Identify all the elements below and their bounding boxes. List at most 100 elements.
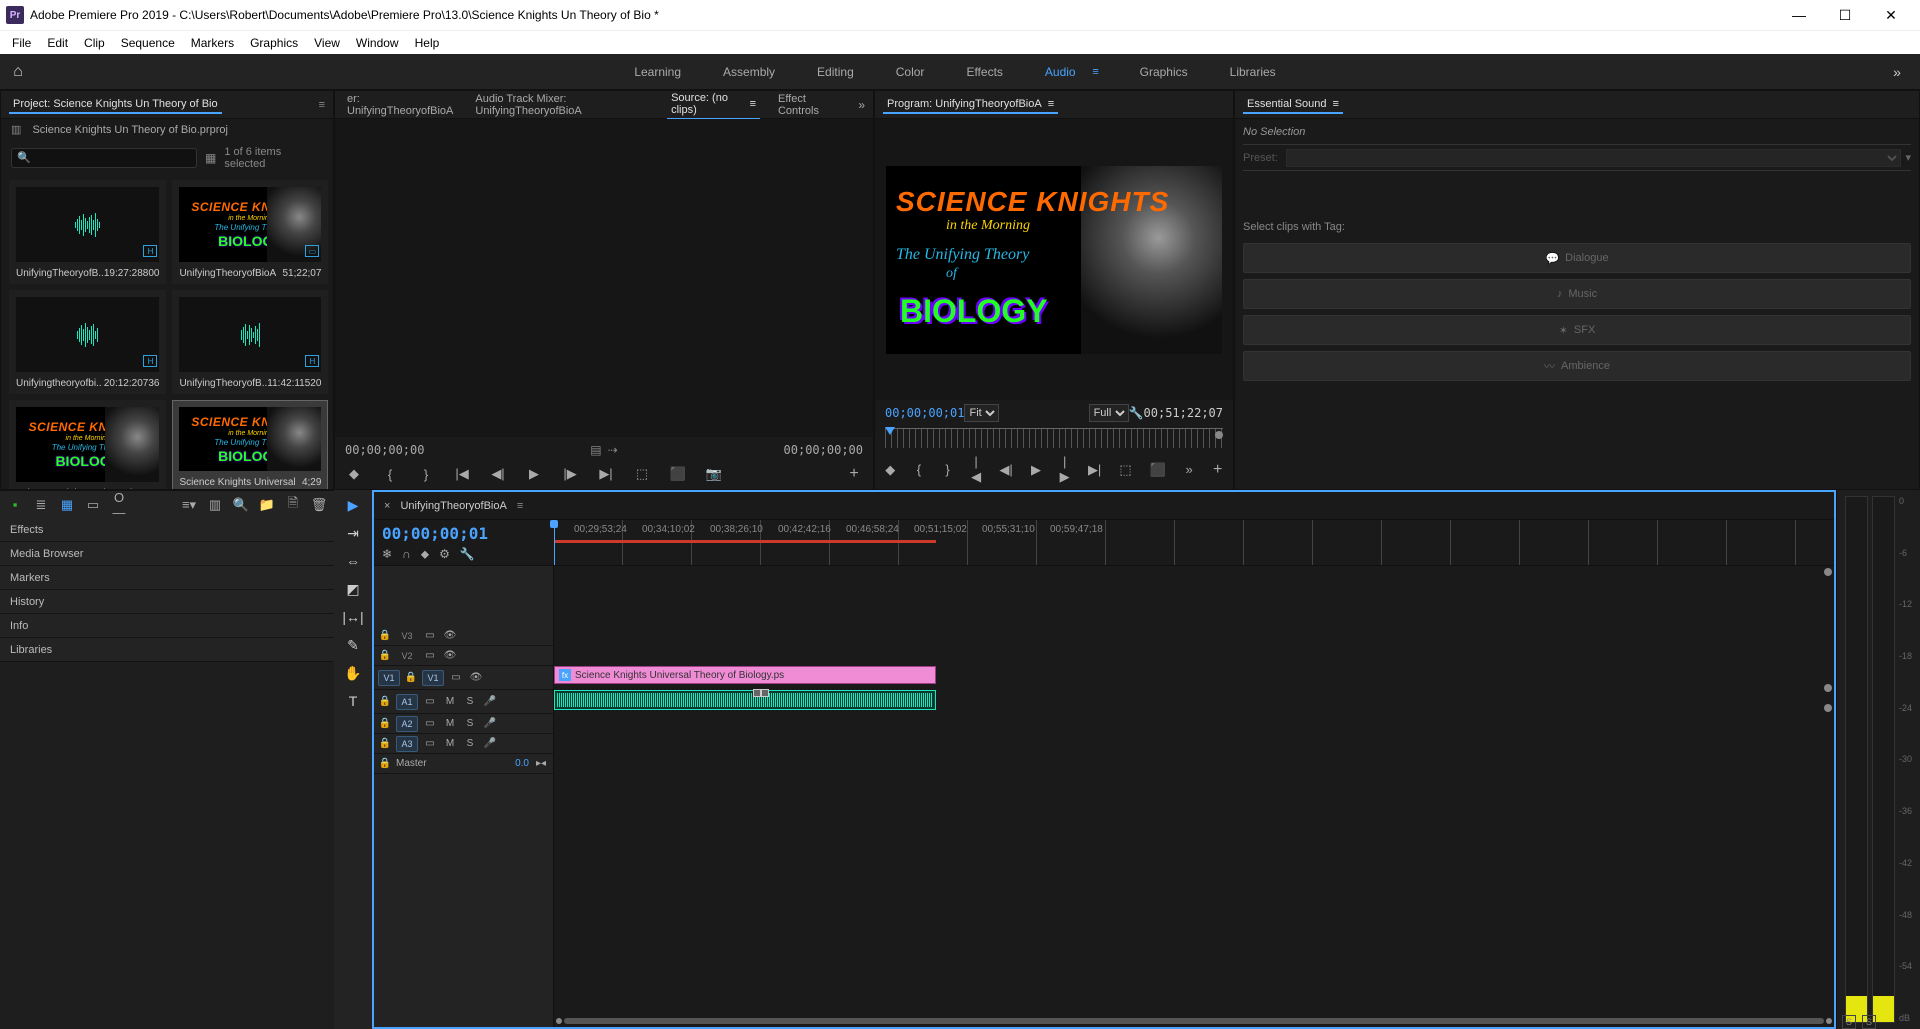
video-clip[interactable]: fx Science Knights Universal Theory of B… xyxy=(554,666,936,684)
window-maximize[interactable]: ☐ xyxy=(1822,0,1868,30)
resolution-select[interactable]: Full xyxy=(1089,404,1129,422)
sequence-tab[interactable]: UnifyingTheoryofBioA xyxy=(400,500,506,512)
lock-icon[interactable]: 🔒 xyxy=(378,758,392,769)
program-monitor[interactable]: SCIENCE KNIGHTS in the Morning The Unify… xyxy=(886,166,1222,354)
effects-accordion[interactable]: Effects xyxy=(0,518,334,542)
lock-icon[interactable]: 🔒 xyxy=(378,738,392,749)
playhead[interactable] xyxy=(554,520,555,565)
panel-menu-icon[interactable]: ≡ xyxy=(517,500,523,512)
step-back-icon[interactable]: ◀| xyxy=(999,462,1012,478)
essential-tab[interactable]: Essential Sound≡ xyxy=(1243,96,1343,114)
source-tab-source[interactable]: Source: (no clips)≡ xyxy=(667,90,760,120)
mark-out-icon[interactable]: } xyxy=(417,467,435,482)
sort-icon[interactable]: ≡▾ xyxy=(180,497,198,513)
mark-out-icon[interactable]: } xyxy=(942,462,953,477)
freeform-view-icon[interactable]: ▭ xyxy=(84,497,102,513)
toggle-audio-icon[interactable]: ▭ xyxy=(422,738,438,749)
history-accordion[interactable]: History xyxy=(0,590,334,614)
search-input[interactable] xyxy=(11,148,197,168)
type-tool-icon[interactable]: T xyxy=(340,690,366,712)
track-label[interactable]: A2 xyxy=(396,716,418,732)
ambience-button[interactable]: 〰Ambience xyxy=(1243,351,1911,381)
mute-icon[interactable]: M xyxy=(442,696,458,707)
settings-icon[interactable]: ⚙ xyxy=(439,547,450,562)
time-ruler[interactable]: 00;29;53;24 00;34;10;02 00;38;26;10 00;4… xyxy=(554,520,1834,565)
home-icon[interactable]: ⌂ xyxy=(0,63,36,81)
program-ruler[interactable] xyxy=(885,428,1223,448)
workspace-color[interactable]: Color xyxy=(890,61,931,83)
toggle-video-icon[interactable]: ▭ xyxy=(422,630,438,641)
program-tc-current[interactable]: 00;00;00;01 xyxy=(885,406,964,420)
workspace-editing[interactable]: Editing xyxy=(811,61,860,83)
snap-icon[interactable]: ❄ xyxy=(382,547,392,562)
window-minimize[interactable]: — xyxy=(1776,0,1822,30)
lock-icon[interactable]: 🔒 xyxy=(378,650,392,661)
panel-menu-icon[interactable]: ≡ xyxy=(750,98,756,110)
panel-menu-icon[interactable]: ≡ xyxy=(1048,98,1054,110)
track-label[interactable]: V1 xyxy=(422,670,444,686)
track-label[interactable]: A1 xyxy=(396,694,418,710)
source-patch[interactable]: V1 xyxy=(378,670,400,686)
export-frame-icon[interactable]: 📷 xyxy=(705,466,723,482)
overwrite-icon[interactable]: ⬛ xyxy=(669,466,687,482)
pen-tool-icon[interactable]: ✎ xyxy=(340,634,366,656)
track-select-tool-icon[interactable]: ⇥ xyxy=(340,522,366,544)
collapse-icon[interactable]: ▸◂ xyxy=(533,758,549,769)
track-label[interactable]: V2 xyxy=(396,648,418,664)
track-label[interactable]: V3 xyxy=(396,628,418,644)
go-out-icon[interactable]: ▶| xyxy=(1088,462,1101,478)
zoom-slider[interactable]: O— xyxy=(110,490,128,520)
settings-icon[interactable]: 🔧 xyxy=(1129,406,1144,420)
lock-icon[interactable]: 🔒 xyxy=(378,696,392,707)
close-sequence-icon[interactable]: × xyxy=(384,500,390,512)
info-accordion[interactable]: Info xyxy=(0,614,334,638)
program-tab[interactable]: Program: UnifyingTheoryofBioA≡ xyxy=(883,96,1058,114)
list-view-icon[interactable]: ≣ xyxy=(32,497,50,513)
insert-icon[interactable]: ⬚ xyxy=(633,466,651,482)
mute-icon[interactable]: M xyxy=(442,738,458,749)
workspace-effects[interactable]: Effects xyxy=(960,61,1008,83)
rw-toggle-icon[interactable]: ▪ xyxy=(6,497,24,512)
lift-icon[interactable]: ⬚ xyxy=(1119,462,1131,478)
play-icon[interactable]: ▶ xyxy=(525,466,543,482)
source-tab-mixer[interactable]: er: UnifyingTheoryofBioA xyxy=(343,91,457,119)
asset-item[interactable]: H Unifyingtheoryofbi..20:12:20736 xyxy=(9,290,166,394)
toggle-audio-icon[interactable]: ▭ xyxy=(422,696,438,707)
icon-view-icon[interactable]: ▦ xyxy=(58,497,76,513)
panel-menu-icon[interactable]: ≡ xyxy=(319,99,325,111)
toggle-output-icon[interactable]: 👁 xyxy=(442,650,458,661)
selection-tool-icon[interactable]: ▶ xyxy=(340,494,366,516)
timeline-v-scrollbar[interactable] xyxy=(1822,566,1834,1015)
mute-icon[interactable]: M xyxy=(442,718,458,729)
lock-icon[interactable]: 🔒 xyxy=(378,630,392,641)
media-browser-accordion[interactable]: Media Browser xyxy=(0,542,334,566)
source-export-icon[interactable]: ⇢ xyxy=(608,443,618,457)
toggle-video-icon[interactable]: ▭ xyxy=(448,672,464,683)
lock-icon[interactable]: 🔒 xyxy=(404,672,418,683)
solo-icon[interactable]: S xyxy=(462,696,478,707)
go-out-icon[interactable]: ▶| xyxy=(597,466,615,482)
play-icon[interactable]: ▶ xyxy=(1031,462,1042,478)
find-icon[interactable]: 🔍 xyxy=(232,497,250,513)
music-button[interactable]: ♪Music xyxy=(1243,279,1911,309)
link-icon[interactable]: ∩ xyxy=(402,547,411,562)
asset-item[interactable]: SCIENCE KNIGHTSin the MorningThe Unifyin… xyxy=(9,400,166,489)
asset-item[interactable]: SCIENCE KNIGHTSin the MorningThe Unifyin… xyxy=(172,180,328,284)
mark-in-icon[interactable]: { xyxy=(381,467,399,482)
hand-tool-icon[interactable]: ✋ xyxy=(340,662,366,684)
razor-tool-icon[interactable]: ◩ xyxy=(340,578,366,600)
voice-over-icon[interactable]: 🎤 xyxy=(482,718,498,729)
wrench-icon[interactable]: 🔧 xyxy=(460,547,475,562)
workspace-audio[interactable]: Audio xyxy=(1039,61,1082,83)
menu-markers[interactable]: Markers xyxy=(183,34,242,52)
markers-accordion[interactable]: Markers xyxy=(0,566,334,590)
playhead-icon[interactable] xyxy=(885,427,895,435)
menu-clip[interactable]: Clip xyxy=(76,34,113,52)
mark-in-icon[interactable]: { xyxy=(914,462,925,477)
asset-item[interactable]: H UnifyingTheoryofB..11:42:11520 xyxy=(172,290,328,394)
toggle-video-icon[interactable]: ▭ xyxy=(422,650,438,661)
preset-menu-icon[interactable]: ▾ xyxy=(1905,151,1911,164)
master-value[interactable]: 0.0 xyxy=(515,758,529,769)
prog-overflow-icon[interactable]: » xyxy=(1184,462,1195,477)
ripple-tool-icon[interactable]: ⇔ xyxy=(340,550,366,572)
